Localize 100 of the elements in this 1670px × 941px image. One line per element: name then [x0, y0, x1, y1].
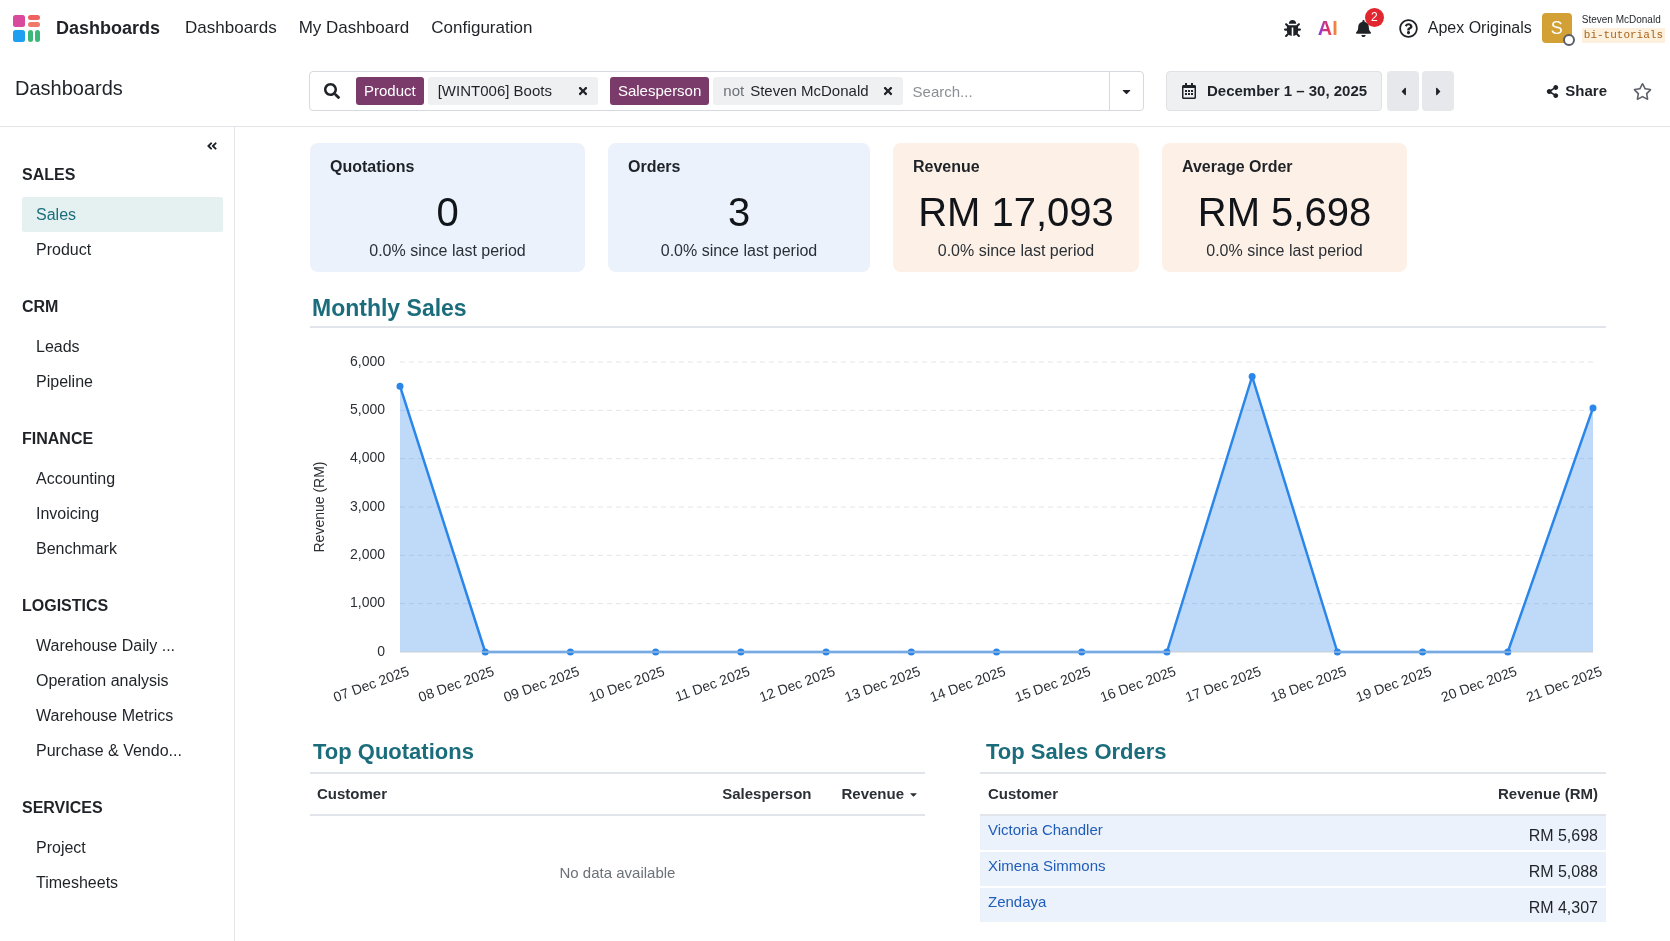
filter-field-tag: Salesperson: [609, 77, 710, 105]
data-point: [1333, 648, 1341, 656]
data-point: [1248, 373, 1256, 380]
date-range-button[interactable]: December 1 – 30, 2025: [1166, 71, 1383, 111]
kpi-card[interactable]: Average Order RM 5,698 0.0% since last period: [1162, 143, 1407, 272]
data-point: [1078, 648, 1086, 656]
axis-tick-label: 10 Dec 2025: [586, 662, 667, 705]
data-point: [1504, 648, 1512, 656]
sidebar-section-title: SALES: [22, 165, 77, 185]
axis-tick-label: 13 Dec 2025: [842, 662, 923, 705]
user-name: Steven McDonald: [1581, 13, 1661, 26]
kpi-title: Average Order: [1181, 157, 1294, 177]
filter-value: Steven McDonald: [750, 80, 869, 101]
help-icon: [1398, 18, 1418, 38]
sidebar-item[interactable]: Purchase & Vendo...: [22, 733, 223, 768]
data-point: [566, 648, 574, 656]
axis-tick-label: 19 Dec 2025: [1353, 662, 1434, 705]
kpi-value: 3: [726, 190, 752, 234]
sidebar-item[interactable]: Accounting: [22, 461, 223, 496]
sidebar-item[interactable]: Leads: [22, 329, 223, 364]
sidebar-item[interactable]: Benchmark: [22, 531, 223, 566]
sidebar-item[interactable]: Project: [22, 830, 223, 865]
sidebar-item[interactable]: Invoicing: [22, 496, 223, 531]
nav-menu-item[interactable]: My Dashboard: [287, 11, 421, 45]
data-point: [993, 648, 1000, 656]
data-point: [907, 648, 915, 656]
share-icon: [1546, 84, 1560, 98]
search-icon: [324, 83, 340, 99]
axis-tick-label: 18 Dec 2025: [1268, 662, 1349, 705]
column-header[interactable]: Revenue: [813, 782, 925, 806]
customer-link[interactable]: Zendaya: [980, 892, 1047, 912]
bug-icon: [1283, 19, 1301, 37]
sidebar-item[interactable]: Operation analysis: [22, 663, 223, 698]
kpi-card[interactable]: Quotations 0 0.0% since last period: [310, 143, 585, 272]
axis-tick-label: 15 Dec 2025: [1012, 662, 1093, 705]
sidebar-item[interactable]: Product: [22, 232, 223, 267]
data-point: [737, 648, 745, 656]
kpi-change: 0.0% since last period: [936, 241, 1096, 261]
sidebar-item[interactable]: Timesheets: [22, 865, 223, 900]
axis-tick-label: 20 Dec 2025: [1438, 662, 1519, 705]
sidebar-item[interactable]: Pipeline: [22, 364, 223, 399]
nav-menu-item[interactable]: Dashboards: [174, 11, 288, 45]
section-title: Top Quotations: [313, 738, 475, 766]
close-icon: [576, 85, 589, 97]
kpi-change: 0.0% since last period: [368, 241, 527, 261]
search-input[interactable]: Search...: [912, 76, 1109, 106]
axis-tick-label: 2,000: [349, 546, 385, 563]
filter-value: [WINT006] Boots: [437, 80, 552, 101]
kpi-change: 0.0% since last period: [1205, 241, 1364, 261]
sidebar-section-title: SERVICES: [22, 798, 104, 818]
sidebar-item[interactable]: Warehouse Metrics: [22, 698, 223, 733]
axis-tick-label: 3,000: [349, 497, 385, 514]
share-button[interactable]: Share: [1544, 75, 1609, 107]
axis-tick-label: 09 Dec 2025: [501, 662, 582, 705]
nav-menu-item[interactable]: Configuration: [420, 11, 544, 45]
axis-tick-label: 08 Dec 2025: [416, 662, 497, 705]
kpi-title: Revenue: [912, 157, 981, 177]
section-title: Top Sales Orders: [986, 738, 1168, 766]
help-button[interactable]: [1396, 16, 1420, 40]
sidebar-item[interactable]: Sales: [22, 197, 223, 232]
sidebar-section-title: LOGISTICS: [22, 596, 110, 616]
axis-tick-label: 4,000: [349, 449, 385, 466]
column-header[interactable]: Customer: [980, 782, 1058, 806]
customer-link[interactable]: Ximena Simmons: [980, 856, 1106, 876]
column-header[interactable]: Salesperson: [720, 782, 814, 806]
notification-count: 2: [1364, 7, 1384, 27]
axis-tick-label: 14 Dec 2025: [927, 662, 1008, 705]
database-name: bi-tutorials: [1581, 27, 1665, 43]
axis-tick-label: 12 Dec 2025: [757, 662, 838, 705]
data-point: [396, 382, 404, 390]
axis-tick-label: 0: [377, 642, 385, 659]
data-point: [822, 648, 830, 656]
sidebar-section-title: CRM: [22, 297, 60, 317]
kpi-value: RM 17,093: [917, 190, 1115, 234]
table-cell-text: RM 5,088: [1528, 862, 1599, 882]
sidebar-item[interactable]: Warehouse Daily ...: [22, 628, 223, 663]
axis-tick-label: 5,000: [349, 401, 385, 418]
axis-title: Revenue (RM): [310, 461, 327, 553]
empty-state-message: No data available: [559, 863, 676, 882]
column-header[interactable]: Revenue (RM): [1498, 782, 1606, 806]
app-title[interactable]: Dashboards: [56, 14, 161, 42]
kpi-change: 0.0% since last period: [659, 241, 819, 261]
kpi-title: Quotations: [329, 157, 416, 177]
customer-link[interactable]: Victoria Chandler: [980, 820, 1103, 840]
table-cell-text: RM 5,698: [1528, 826, 1599, 846]
ai-button[interactable]: AI: [1317, 18, 1338, 38]
data-point: [652, 648, 660, 656]
calendar-icon: [1181, 83, 1197, 99]
column-header[interactable]: Customer: [310, 782, 721, 806]
axis-tick-label: 16 Dec 2025: [1097, 662, 1178, 705]
kpi-title: Orders: [627, 157, 682, 177]
double-chevron-left-icon: [206, 140, 218, 152]
kpi-card[interactable]: Revenue RM 17,093 0.0% since last period: [893, 143, 1139, 272]
kpi-card[interactable]: Orders 3 0.0% since last period: [608, 143, 870, 272]
filter-operator: not: [723, 80, 745, 101]
filter-field-tag: Product: [356, 77, 424, 105]
kpi-value: RM 5,698: [1196, 190, 1373, 234]
company-switcher[interactable]: Apex Originals: [1427, 16, 1532, 40]
data-point: [481, 648, 489, 656]
axis-tick-label: 6,000: [349, 352, 385, 369]
